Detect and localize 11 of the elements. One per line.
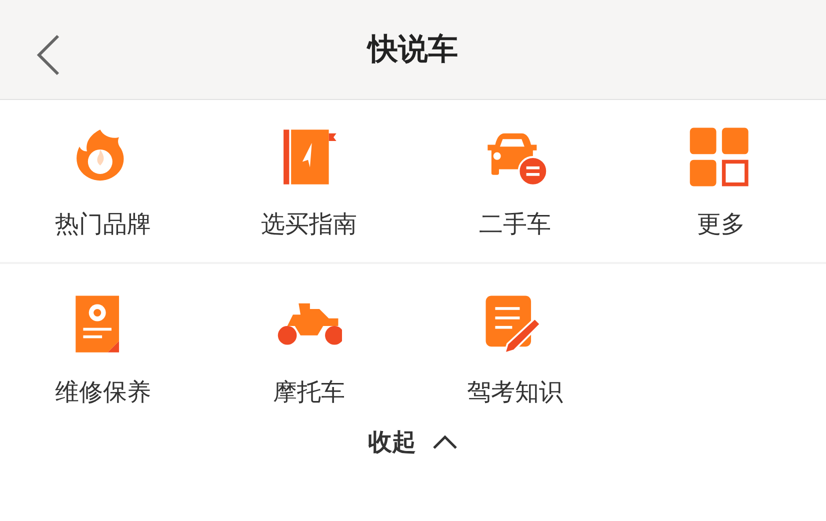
collapse-link[interactable]: 收起 xyxy=(368,424,416,460)
menu-item-label[interactable]: 选买指南 xyxy=(261,210,357,239)
page-title: 快说车 xyxy=(368,31,458,69)
back-icon[interactable] xyxy=(36,34,60,76)
menu-item-label[interactable]: 二手车 xyxy=(479,210,551,239)
menu-item-label[interactable]: 热门品牌 xyxy=(55,210,151,239)
menu-item-label[interactable]: 维修保养 xyxy=(55,378,151,407)
menu-item-label[interactable]: 摩托车 xyxy=(273,378,345,407)
menu-item-label[interactable]: 驾考知识 xyxy=(467,378,563,407)
menu-item-label[interactable]: 更多 xyxy=(697,210,745,239)
chevron-up-icon[interactable] xyxy=(432,434,458,450)
